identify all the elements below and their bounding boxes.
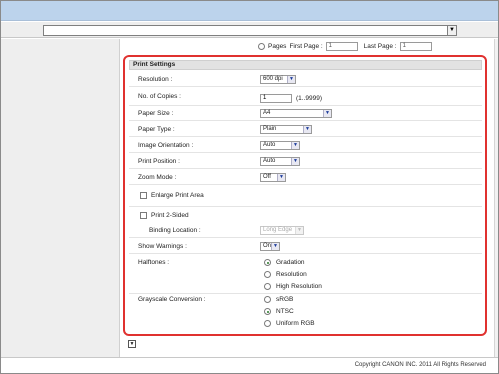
page-down-icon[interactable]: ▼ xyxy=(128,340,136,348)
pages-radio[interactable] xyxy=(258,42,265,50)
halftones-option: Gradation xyxy=(276,259,305,266)
binding-row: Binding Location : Long Edge ▼ xyxy=(129,224,482,238)
halftones-option: High Resolution xyxy=(276,283,322,290)
orientation-value: Auto xyxy=(263,142,276,148)
warnings-select[interactable]: On ▼ xyxy=(260,242,280,251)
chevron-down-icon: ▼ xyxy=(277,174,285,181)
orientation-select[interactable]: Auto ▼ xyxy=(260,141,300,150)
orientation-row: Image Orientation : Auto ▼ xyxy=(129,139,482,153)
enlarge-row: Enlarge Print Area xyxy=(129,187,482,207)
halftones-radio-gradation[interactable] xyxy=(264,259,271,266)
first-page-input[interactable]: 1 xyxy=(325,41,358,51)
halftones-label: Halftones : xyxy=(138,259,170,266)
grayscale-label: Grayscale Conversion : xyxy=(138,296,206,303)
two-sided-label: Print 2-Sided xyxy=(151,212,189,219)
zoom-mode-label: Zoom Mode : xyxy=(138,174,177,181)
zoom-mode-value: Off xyxy=(263,174,271,180)
chevron-down-icon: ▼ xyxy=(291,158,299,165)
grayscale-option: NTSC xyxy=(276,308,294,315)
zoom-mode-row: Zoom Mode : Off ▼ xyxy=(129,171,482,185)
enlarge-label: Enlarge Print Area xyxy=(151,192,204,199)
grayscale-option: sRGB xyxy=(276,296,294,303)
first-page-label: First Page : xyxy=(289,42,323,50)
halftones-option: Resolution xyxy=(276,271,307,278)
grayscale-radio-ntsc[interactable] xyxy=(264,308,271,315)
paper-size-row: Paper Size : A4 ▼ xyxy=(129,107,482,121)
copies-range: (1..9999) xyxy=(296,95,323,102)
chevron-down-icon: ▼ xyxy=(295,227,303,234)
print-settings-panel: Print Settings Resolution : 600 dpi ▼ No.… xyxy=(123,55,487,336)
chevron-down-icon: ▼ xyxy=(323,110,331,117)
sidebar xyxy=(1,39,120,357)
resolution-label: Resolution : xyxy=(138,76,173,83)
two-sided-row: Print 2-Sided xyxy=(129,208,482,224)
halftones-radio-resolution[interactable] xyxy=(264,271,271,278)
chevron-down-icon: ▼ xyxy=(287,76,295,83)
chevron-down-icon: ▼ xyxy=(291,142,299,149)
print-position-label: Print Position : xyxy=(138,158,180,165)
binding-label: Binding Location : xyxy=(149,227,201,234)
resolution-select[interactable]: 600 dpi ▼ xyxy=(260,75,296,84)
paper-type-row: Paper Type : Plain ▼ xyxy=(129,123,482,137)
orientation-label: Image Orientation : xyxy=(138,142,194,149)
warnings-label: Show Warnings : xyxy=(138,243,187,250)
warnings-row: Show Warnings : On ▼ xyxy=(129,240,482,254)
print-position-select[interactable]: Auto ▼ xyxy=(260,157,300,166)
pages-label: Pages xyxy=(268,42,287,50)
print-position-value: Auto xyxy=(263,158,276,164)
copyright-text: Copyright CANON INC. 2011 All Rights Res… xyxy=(354,362,486,368)
chevron-down-icon: ▼ xyxy=(303,126,311,133)
paper-size-value: A4 xyxy=(263,110,271,116)
warnings-value: On xyxy=(263,243,272,249)
address-select[interactable]: ▼ xyxy=(43,25,457,36)
title-bar xyxy=(1,1,498,21)
zoom-mode-select[interactable]: Off ▼ xyxy=(260,173,286,182)
vertical-scrollbar[interactable] xyxy=(494,39,498,357)
copies-input[interactable]: 1 xyxy=(260,94,292,103)
binding-value: Long Edge xyxy=(263,227,293,233)
panel-title: Print Settings xyxy=(129,60,482,70)
paper-type-value: Plain xyxy=(263,126,277,132)
halftones-radio-high-resolution[interactable] xyxy=(264,283,271,290)
print-position-row: Print Position : Auto ▼ xyxy=(129,155,482,169)
copies-label: No. of Copies : xyxy=(138,93,181,100)
paper-type-select[interactable]: Plain ▼ xyxy=(260,125,312,134)
footer: Copyright CANON INC. 2011 All Rights Res… xyxy=(1,357,498,371)
last-page-input[interactable]: 1 xyxy=(399,41,432,51)
resolution-row: Resolution : 600 dpi ▼ xyxy=(129,73,482,87)
grayscale-row: Grayscale Conversion : sRGB NTSC Uniform… xyxy=(129,295,482,333)
halftones-row: Halftones : Gradation Resolution High Re… xyxy=(129,256,482,294)
grayscale-radio-srgb[interactable] xyxy=(264,296,271,303)
chevron-down-icon: ▼ xyxy=(271,243,279,250)
enlarge-checkbox[interactable] xyxy=(140,192,147,199)
two-sided-checkbox[interactable] xyxy=(140,212,147,219)
grayscale-option: Uniform RGB xyxy=(276,320,315,327)
paper-size-select[interactable]: A4 ▼ xyxy=(260,109,332,118)
page-range-row: Pages First Page : 1 Last Page : 1 xyxy=(258,41,432,51)
address-bar: ▼ xyxy=(1,22,498,38)
binding-select[interactable]: Long Edge ▼ xyxy=(260,226,304,235)
copies-row: No. of Copies : 1 (1..9999) xyxy=(129,90,482,106)
chevron-down-icon[interactable]: ▼ xyxy=(447,26,456,35)
paper-type-label: Paper Type : xyxy=(138,126,175,133)
resolution-value: 600 dpi xyxy=(263,76,283,82)
paper-size-label: Paper Size : xyxy=(138,110,174,117)
last-page-label: Last Page : xyxy=(363,42,397,50)
grayscale-radio-uniform-rgb[interactable] xyxy=(264,320,271,327)
